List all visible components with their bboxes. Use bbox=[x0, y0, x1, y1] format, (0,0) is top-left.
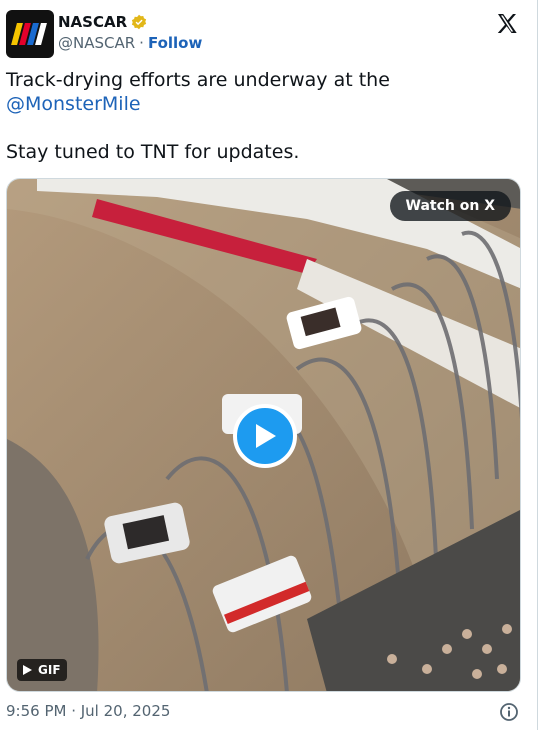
watch-on-x-button[interactable]: Watch on X bbox=[389, 191, 511, 221]
gif-label: GIF bbox=[38, 663, 61, 677]
author-handle-row: @NASCAR · Follow bbox=[58, 34, 202, 52]
follow-button[interactable]: Follow bbox=[148, 34, 202, 52]
embedded-post-card: NASCAR @NASCAR · Follow Track-drying eff… bbox=[0, 0, 538, 730]
gif-badge: GIF bbox=[17, 659, 67, 681]
play-button[interactable] bbox=[233, 404, 297, 468]
post-timestamp[interactable]: 9:56 PM · Jul 20, 2025 bbox=[6, 702, 170, 720]
author-display-name[interactable]: NASCAR bbox=[58, 13, 127, 31]
x-logo-icon[interactable] bbox=[495, 12, 519, 36]
post-text-line-1: Track-drying efforts are underway at the bbox=[6, 69, 390, 91]
verified-badge-icon bbox=[132, 14, 147, 30]
play-icon bbox=[256, 424, 276, 448]
post-text: Track-drying efforts are underway at the… bbox=[6, 68, 516, 164]
info-icon[interactable] bbox=[499, 702, 519, 722]
post-text-line-2: Stay tuned to TNT for updates. bbox=[6, 141, 300, 163]
author-name-row: NASCAR bbox=[58, 13, 147, 31]
avatar[interactable] bbox=[6, 10, 54, 58]
mention-link[interactable]: @MonsterMile bbox=[6, 92, 516, 116]
post-header: NASCAR @NASCAR · Follow bbox=[6, 10, 527, 60]
author-handle[interactable]: @NASCAR bbox=[58, 34, 135, 52]
small-play-icon bbox=[23, 665, 32, 675]
separator-dot: · bbox=[139, 34, 144, 52]
video-media[interactable]: Watch on X GIF bbox=[6, 178, 521, 692]
